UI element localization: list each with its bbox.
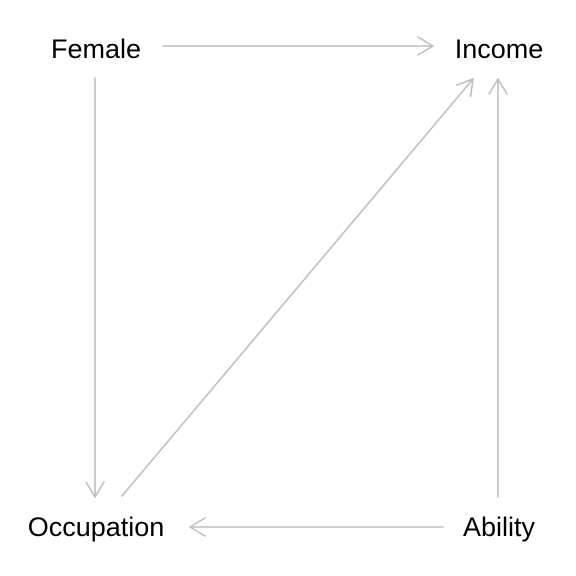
edge-ability-occupation xyxy=(189,517,444,537)
edge-ability-income xyxy=(488,78,508,498)
edge-female-income xyxy=(162,36,434,56)
node-female: Female xyxy=(51,34,141,64)
node-ability: Ability xyxy=(463,512,536,542)
nodes: Female Income Occupation Ability xyxy=(28,34,544,542)
edge-occupation-income xyxy=(121,78,474,497)
node-income: Income xyxy=(455,34,544,64)
edges xyxy=(85,36,508,537)
dag-diagram: Female Income Occupation Ability xyxy=(28,34,544,542)
node-occupation: Occupation xyxy=(28,512,165,542)
edge-female-occupation xyxy=(85,77,105,498)
edge-occupation-income-line xyxy=(121,78,474,497)
